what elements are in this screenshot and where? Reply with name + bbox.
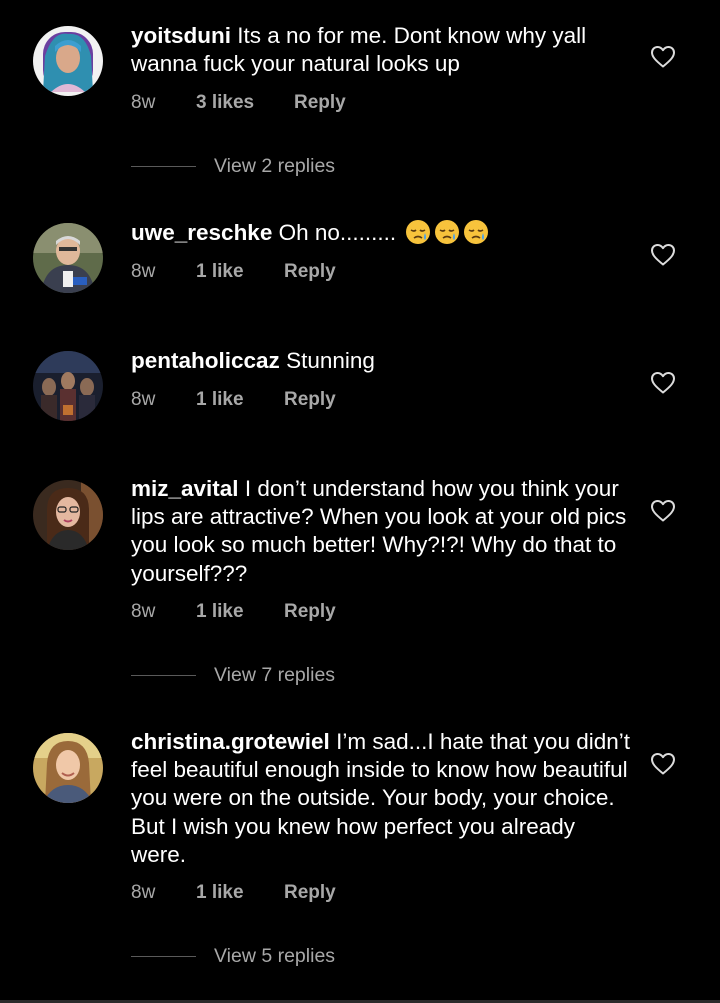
comment-meta: 8w 1 like Reply bbox=[131, 881, 361, 905]
view-replies-button[interactable]: View 2 replies bbox=[131, 154, 371, 178]
likes-count[interactable]: 1 like bbox=[196, 600, 244, 624]
view-replies-button[interactable]: View 7 replies bbox=[131, 663, 371, 687]
divider-line bbox=[131, 956, 196, 957]
avatar[interactable] bbox=[33, 351, 103, 421]
avatar[interactable] bbox=[33, 223, 103, 293]
comment-meta: 8w 1 like Reply bbox=[131, 600, 361, 624]
comment-text: pentaholiccaz Stunning bbox=[131, 347, 631, 375]
avatar[interactable] bbox=[33, 733, 103, 803]
likes-count[interactable]: 1 like bbox=[196, 260, 244, 284]
heart-outline-icon[interactable] bbox=[650, 45, 676, 69]
comment-body: Stunning bbox=[286, 348, 375, 373]
divider-line bbox=[131, 166, 196, 167]
sleepy-face-emoji bbox=[463, 219, 489, 245]
comment-time: 8w bbox=[131, 389, 156, 410]
likes-count[interactable]: 1 like bbox=[196, 388, 244, 412]
heart-outline-icon[interactable] bbox=[650, 499, 676, 523]
comment-text: yoitsduni Its a no for me. Dont know why… bbox=[131, 22, 631, 78]
sleepy-face-emoji bbox=[434, 219, 460, 245]
view-replies-button[interactable]: View 5 replies bbox=[131, 944, 371, 968]
comment-time: 8w bbox=[131, 882, 156, 903]
avatar[interactable] bbox=[33, 26, 103, 96]
likes-count[interactable]: 3 likes bbox=[196, 91, 254, 115]
heart-outline-icon[interactable] bbox=[650, 371, 676, 395]
avatar[interactable] bbox=[33, 480, 103, 550]
view-replies-label: View 7 replies bbox=[214, 664, 336, 686]
view-replies-label: View 2 replies bbox=[214, 155, 336, 177]
likes-count[interactable]: 1 like bbox=[196, 881, 244, 905]
comment-username[interactable]: miz_avital bbox=[131, 476, 239, 501]
comment-time: 8w bbox=[131, 261, 156, 282]
comment-username[interactable]: uwe_reschke bbox=[131, 220, 272, 245]
comment-time: 8w bbox=[131, 92, 156, 113]
comment-meta: 8w 1 like Reply bbox=[131, 260, 361, 284]
comment-time: 8w bbox=[131, 601, 156, 622]
comment-body: Oh no......... bbox=[278, 220, 397, 245]
heart-outline-icon[interactable] bbox=[650, 752, 676, 776]
comment-text: miz_avital I don’t understand how you th… bbox=[131, 475, 631, 588]
comment-text: christina.grotewiel I’m sad...I hate tha… bbox=[131, 728, 631, 869]
heart-outline-icon[interactable] bbox=[650, 243, 676, 267]
comment-meta: 8w 1 like Reply bbox=[131, 388, 361, 412]
reply-button[interactable]: Reply bbox=[284, 600, 336, 624]
comment-username[interactable]: pentaholiccaz bbox=[131, 348, 280, 373]
reply-button[interactable]: Reply bbox=[284, 260, 336, 284]
reply-button[interactable]: Reply bbox=[284, 881, 336, 905]
view-replies-label: View 5 replies bbox=[214, 945, 336, 967]
sleepy-face-emoji bbox=[405, 219, 431, 245]
comment-username[interactable]: yoitsduni bbox=[131, 23, 231, 48]
comment-meta: 8w 3 likes Reply bbox=[131, 91, 361, 115]
comment-username[interactable]: christina.grotewiel bbox=[131, 729, 330, 754]
comment-text: uwe_reschke Oh no......... bbox=[131, 219, 631, 247]
divider-line bbox=[131, 675, 196, 676]
reply-button[interactable]: Reply bbox=[284, 388, 336, 412]
reply-button[interactable]: Reply bbox=[294, 91, 346, 115]
